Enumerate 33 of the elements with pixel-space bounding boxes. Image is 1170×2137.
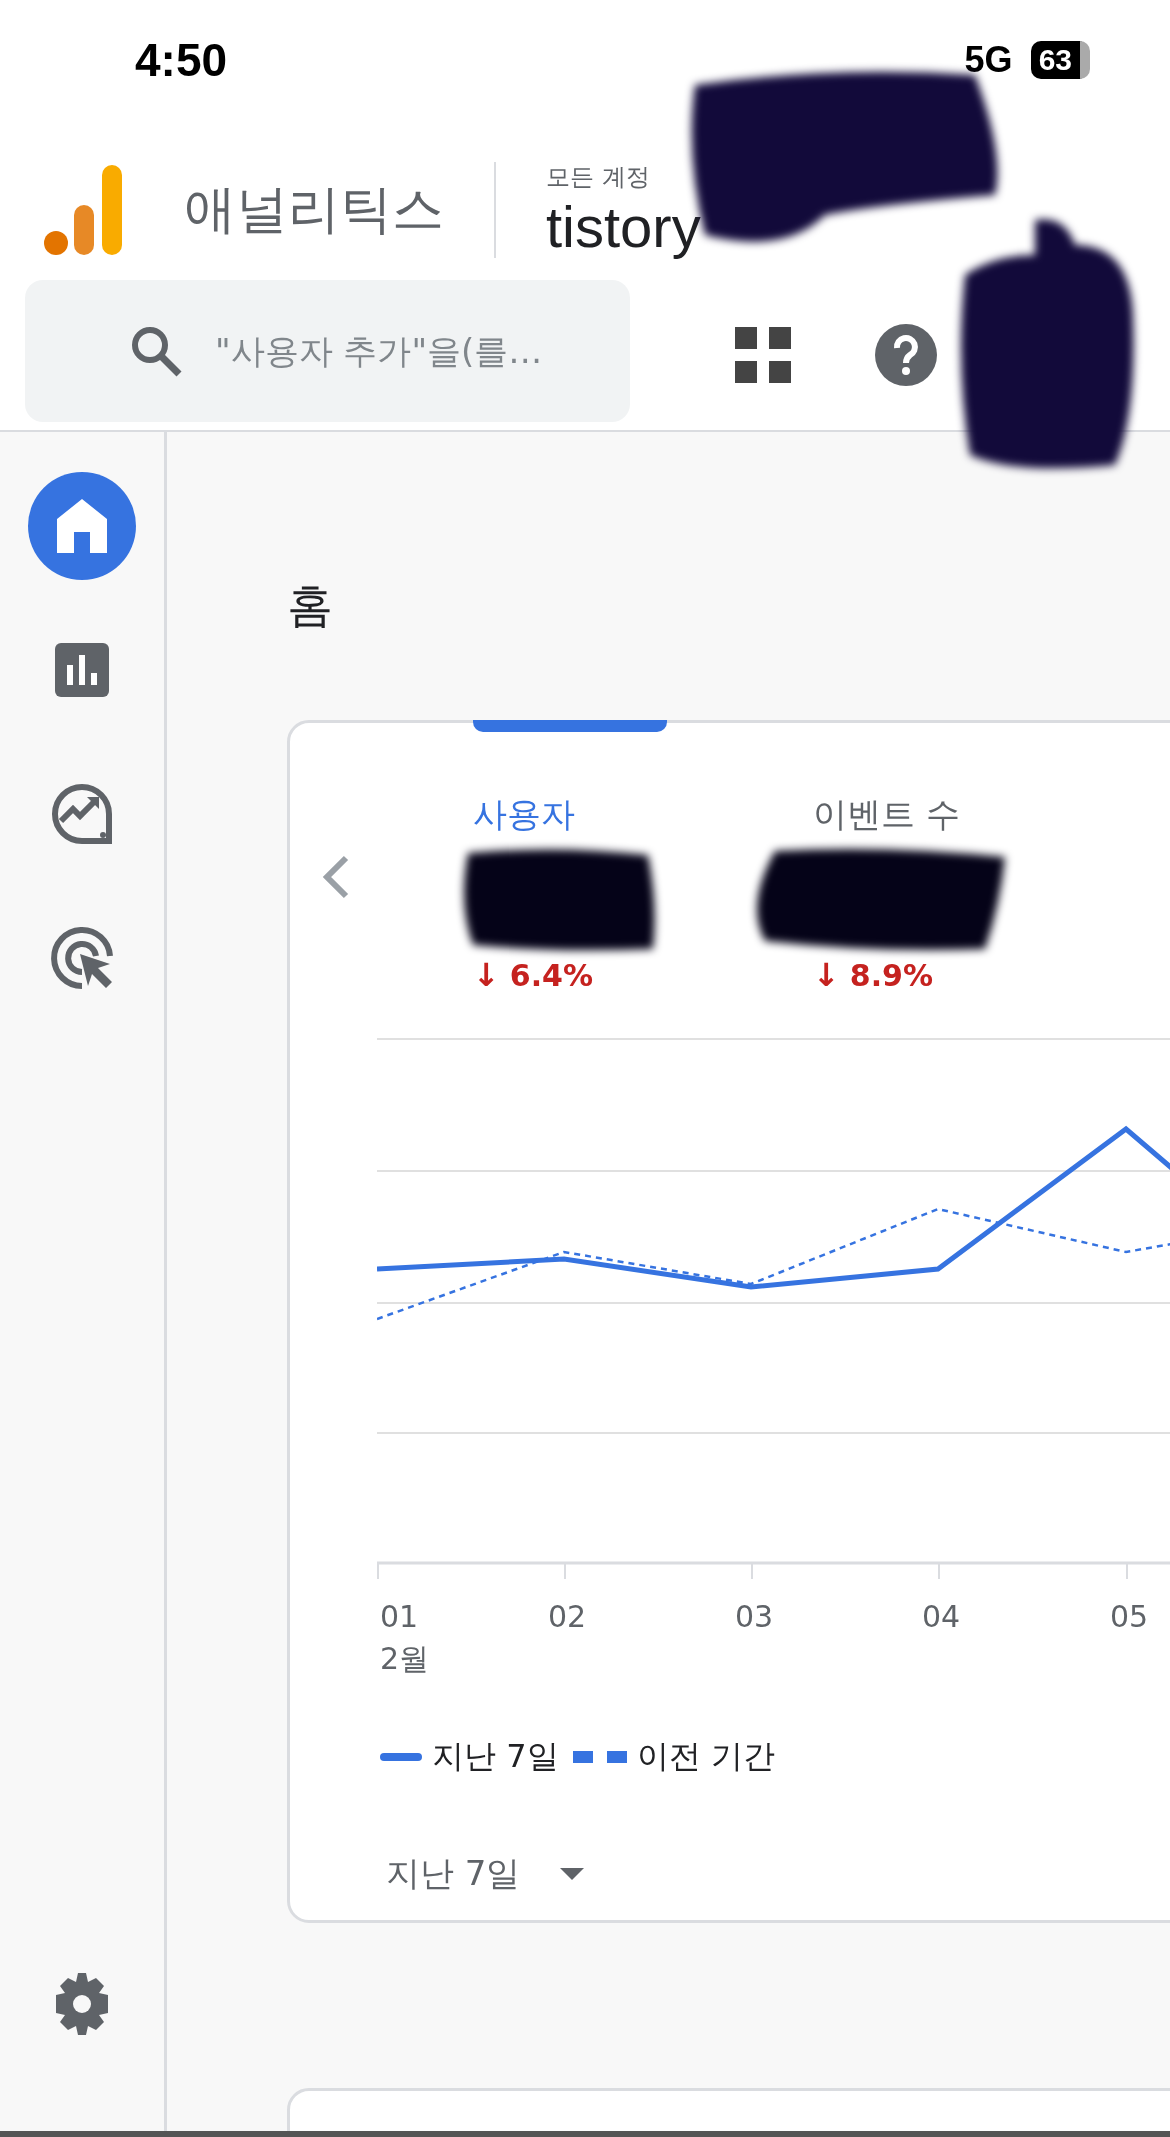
metric-tab[interactable]: 사용자	[473, 792, 575, 838]
metric-tab[interactable]: 이벤트 수	[813, 792, 960, 838]
change-value: 8.9%	[849, 957, 933, 993]
trend-arrow: ↓	[473, 956, 500, 994]
caret-icon	[560, 1868, 585, 1880]
home-icon	[57, 499, 107, 553]
property-name[interactable]: tistory	[546, 192, 701, 260]
target-cursor-icon	[50, 926, 114, 990]
search-field[interactable]: "사용자 추가"을(를…	[25, 280, 630, 422]
bar-chart-icon	[55, 643, 109, 697]
axis-label: 02	[547, 1599, 587, 1634]
axis-label: 01	[380, 1599, 419, 1634]
status-time: 4:50	[135, 33, 228, 87]
search-icon	[130, 325, 182, 377]
axis-label: 03	[734, 1599, 774, 1634]
apps-grid-icon[interactable]	[735, 327, 791, 383]
axis-label: 2월	[380, 1640, 430, 1678]
trend-arrow: ↓	[813, 956, 840, 994]
account-label: 모든 계정	[546, 161, 651, 193]
axis-label: 05	[1109, 1599, 1149, 1634]
legend-label: 이전 기간	[636, 1736, 775, 1777]
app-name: 애널리틱스	[184, 178, 444, 241]
network-label: 5G	[964, 39, 1013, 81]
axis-label: 04	[921, 1599, 961, 1634]
change-value: 6.4%	[509, 957, 593, 993]
analytics-logo-icon	[44, 165, 122, 255]
page-title: 홈	[287, 577, 334, 634]
dashed-line-icon	[572, 1751, 627, 1763]
legend-label: 지난 7일	[432, 1736, 559, 1777]
help-icon[interactable]	[875, 324, 937, 386]
period-dropdown[interactable]: 지난 7일	[386, 1851, 585, 1897]
chevron-left-icon[interactable]	[322, 855, 350, 899]
battery-level: 63	[1030, 41, 1090, 79]
